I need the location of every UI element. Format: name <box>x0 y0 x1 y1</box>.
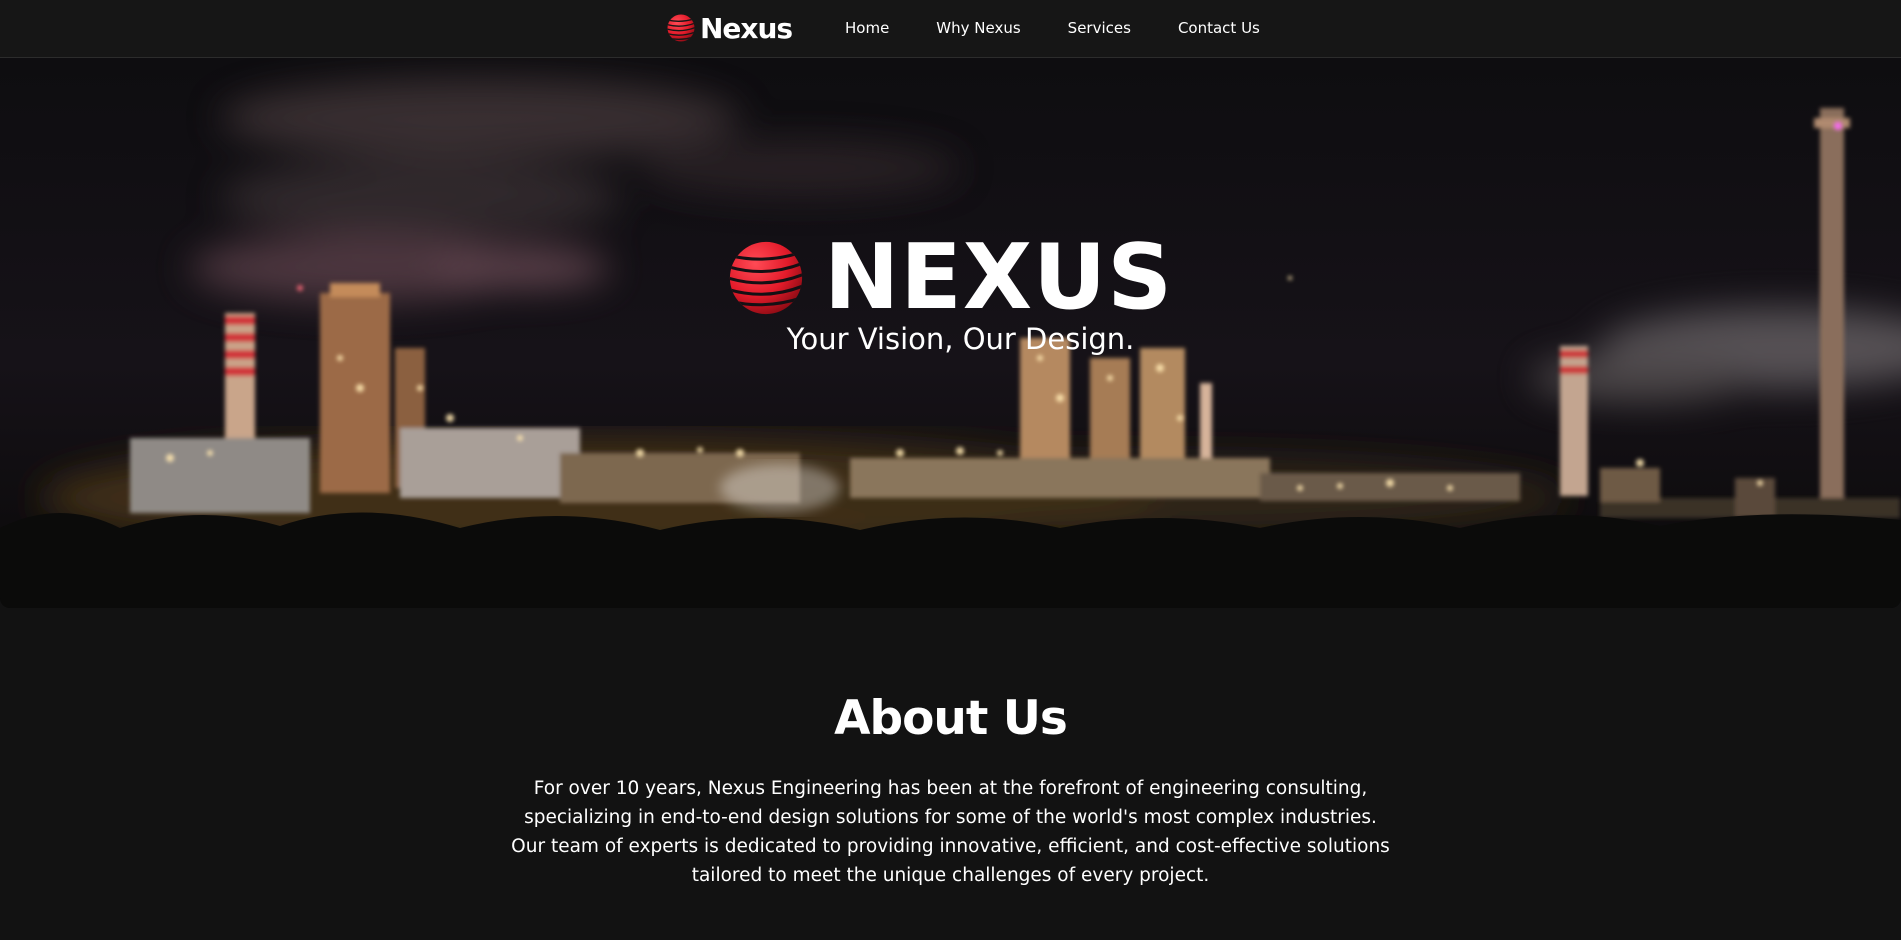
hero-section: NEXUS Your Vision, Our Design. <box>0 58 1901 608</box>
nav-link-home[interactable]: Home <box>845 19 889 37</box>
nav-item-contact-us: Contact Us <box>1178 18 1260 37</box>
striped-globe-icon <box>667 14 695 42</box>
nav-links: Home Why Nexus Services Contact Us <box>845 18 1260 37</box>
nav-link-contact-us[interactable]: Contact Us <box>1178 19 1260 37</box>
nav-item-why-nexus: Why Nexus <box>936 18 1020 37</box>
hero-tagline: Your Vision, Our Design. <box>786 322 1135 356</box>
striped-globe-icon <box>729 241 803 315</box>
hero-logo-row: NEXUS <box>728 228 1173 328</box>
about-body-text: For over 10 years, Nexus Engineering has… <box>511 778 1390 886</box>
hero-content: NEXUS Your Vision, Our Design. <box>0 228 1901 356</box>
nav-link-why-nexus[interactable]: Why Nexus <box>936 19 1020 37</box>
about-section: About Us For over 10 years, Nexus Engine… <box>0 686 1901 890</box>
about-heading: About Us <box>834 691 1068 746</box>
nav-link-services[interactable]: Services <box>1068 19 1131 37</box>
brand-name: Nexus <box>700 11 793 45</box>
hero-title: NEXUS <box>823 225 1174 330</box>
nav-item-services: Services <box>1068 18 1131 37</box>
brand-logo-link[interactable]: Nexus <box>666 11 793 45</box>
nav-item-home: Home <box>845 18 889 37</box>
top-navbar: Nexus Home Why Nexus Services Contact Us <box>0 0 1901 58</box>
